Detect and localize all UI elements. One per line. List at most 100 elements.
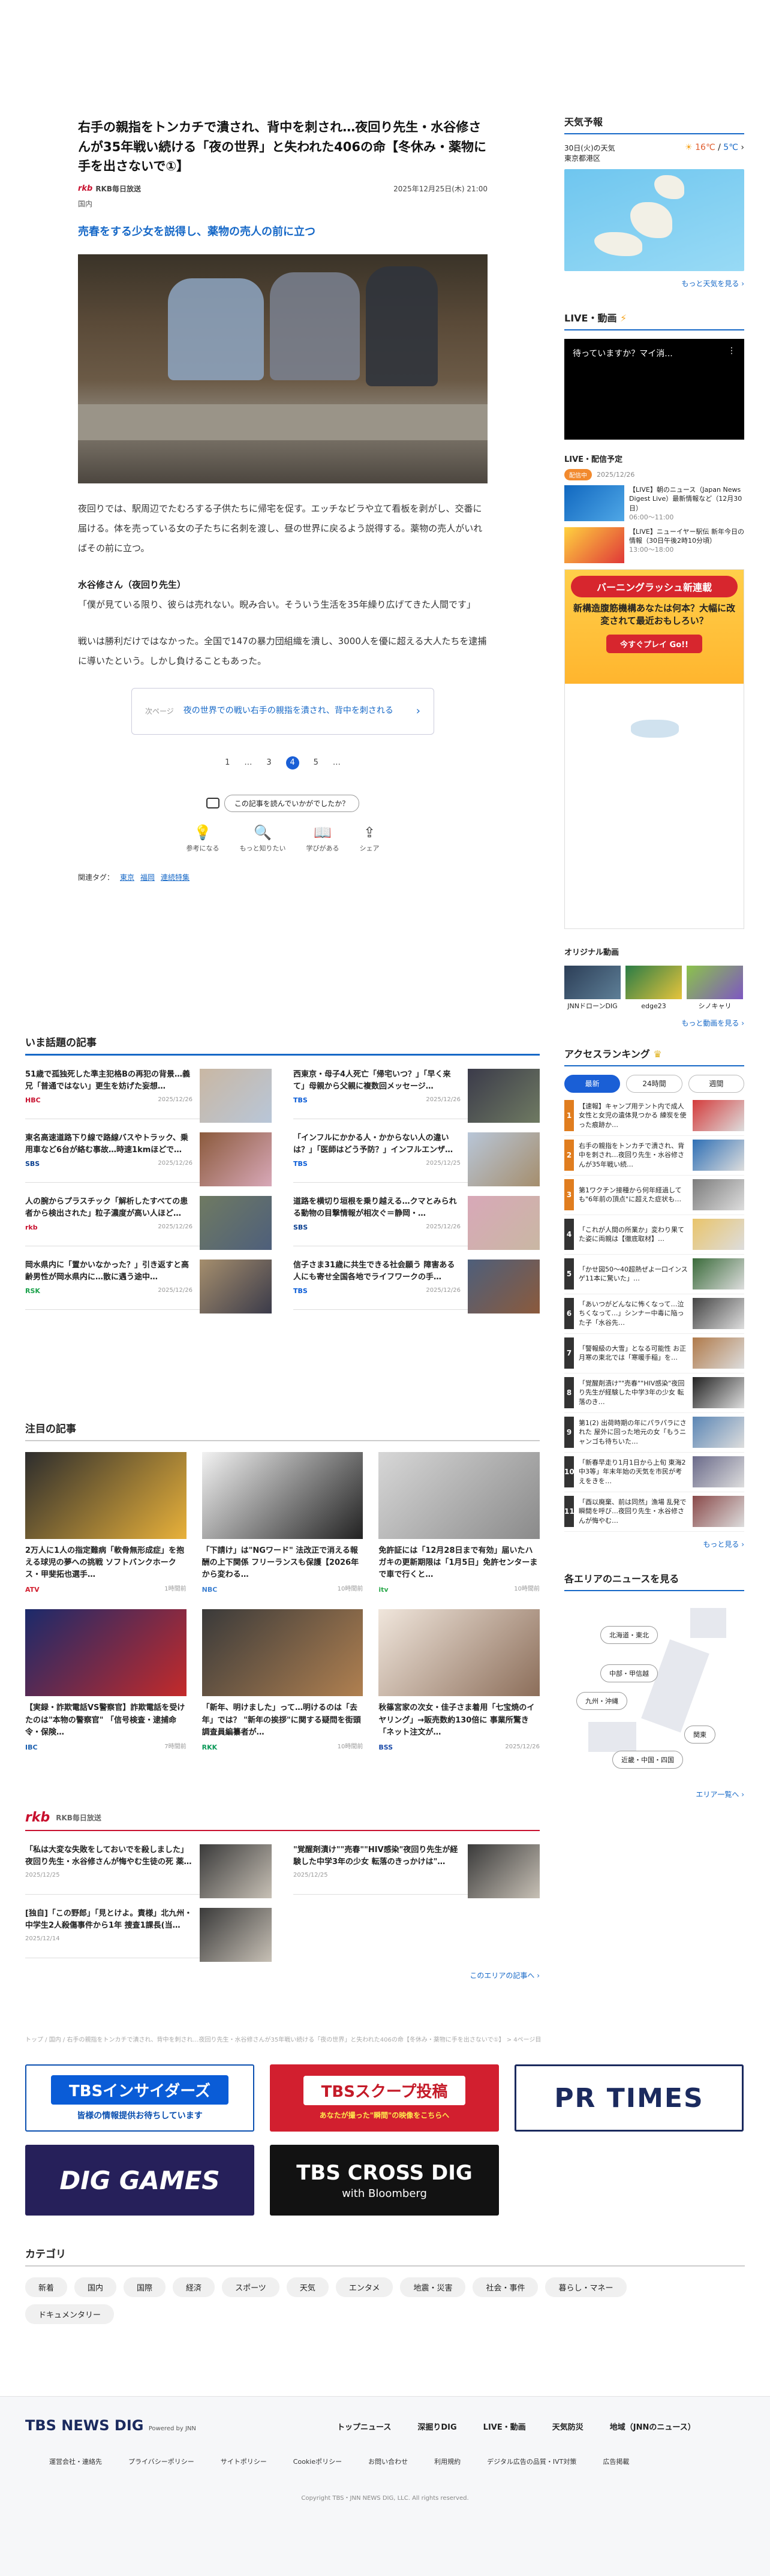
live-player[interactable]: 待っていますか？マイ消... ⋮ bbox=[564, 339, 744, 440]
ranking-item[interactable]: 10 「新春早走り1月1日から上旬 東海2中3等」年末年始の天気を市民が考えをきを… bbox=[564, 1453, 744, 1492]
sidebar-ad[interactable]: バーニングラッシュ新連載 新構造腹筋機構あなたは何本？大幅に改変されて最近おもし… bbox=[564, 569, 744, 929]
category-pill[interactable]: スポーツ bbox=[222, 2277, 279, 2297]
scoop-banner-sub: あなたが撮った"瞬間"の映像をこちらへ bbox=[319, 2111, 450, 2120]
news-item[interactable]: 西東京・母子4人死亡「帰宅いつ？」「早く来て」母親から父親に複数回メッセージ… T… bbox=[293, 1056, 540, 1123]
news-item[interactable]: 信子さま31歳に共生できる社会願う 障害ある人にも寄せ全国各地でライフワークの手… bbox=[293, 1246, 540, 1313]
crossdig-banner[interactable]: TBS CROSS DIG with Bloomberg bbox=[270, 2145, 499, 2216]
area-button-kyushu[interactable]: 九州・沖縄 bbox=[576, 1691, 627, 1710]
diggames-banner[interactable]: DIG GAMES bbox=[25, 2145, 254, 2216]
ranking-item[interactable]: 7 「警報級の大雪」となる可能性 お正月寒の東北では「寒暖手稲」を… bbox=[564, 1334, 744, 1373]
video-item[interactable]: シノキャリ bbox=[687, 965, 743, 1011]
featured-item[interactable]: 「下請け」は"NGワード" 法改正で消える報酬の上下関係 フリーランスも保護【2… bbox=[201, 1452, 363, 1595]
area-button-kanto[interactable]: 関東 bbox=[684, 1725, 715, 1744]
area-button-hokkaido-tohoku[interactable]: 北海道・東北 bbox=[600, 1625, 658, 1644]
category-pill[interactable]: 国際 bbox=[124, 2277, 166, 2297]
ranking-item[interactable]: 1 【速報】キャンプ用テント内で成人女性と女児の遺体見つかる 練炭を使った痕跡か… bbox=[564, 1096, 744, 1136]
tag-link[interactable]: 東京 bbox=[120, 872, 134, 882]
page-current[interactable]: 4 bbox=[285, 756, 299, 770]
footer-nav-item[interactable]: 深掘りDIG bbox=[417, 2421, 456, 2432]
area-button-chubu[interactable]: 中部・甲信越 bbox=[600, 1664, 658, 1682]
footer-link[interactable]: Cookieポリシー bbox=[293, 2457, 342, 2466]
tag-link[interactable]: 連続特集 bbox=[161, 872, 190, 882]
news-item[interactable]: 「私は大変な失敗をしておいでを殺しました」夜回り先生・水谷修さんが悔やむ生徒の死… bbox=[25, 1831, 272, 1898]
footer-link[interactable]: サイトポリシー bbox=[221, 2457, 267, 2466]
tab-24h[interactable]: 24時間 bbox=[626, 1074, 682, 1093]
news-item[interactable]: 道路を横切り垣根を乗り越える…クマとみられる動物の目撃情報が相次ぐ＝静岡・… SB… bbox=[293, 1183, 540, 1250]
news-item[interactable]: 岡水県内に「置かいなかった？」引き返すと高齢男性が岡水県内に…散に遇う途中… RS… bbox=[25, 1246, 272, 1313]
featured-item[interactable]: 【実録・詐欺電話VS警察官】詐欺電話を受けたのは"本物の警察官" 「信号検査・逮… bbox=[25, 1609, 187, 1752]
schedule-item[interactable]: 【LIVE】朝のニュース（Japan News Digest Live）最新情報… bbox=[564, 485, 744, 522]
featured-item[interactable]: 免許証には「12月28日まで有効」届いたハガキの更新期限は「1月5日」免許センタ… bbox=[378, 1452, 540, 1595]
area-more-link[interactable]: エリア一覧へ › bbox=[564, 1789, 744, 1799]
footer-link[interactable]: プライバシーポリシー bbox=[128, 2457, 194, 2466]
news-item[interactable]: 人の腕からプラスチック「解析したすべての患者から検出された」粒子濃度が高い人ほど… bbox=[25, 1183, 272, 1250]
footer-link[interactable]: 利用規約 bbox=[434, 2457, 461, 2466]
page-link[interactable]: 3 bbox=[266, 758, 271, 767]
category-pill[interactable]: 地震・災害 bbox=[400, 2277, 466, 2297]
news-item[interactable]: [独自]「この野郎」「見とけよ。責様」北九州・中学生2人殺傷事件から1年 捜査1… bbox=[25, 1895, 272, 1962]
ranking-item[interactable]: 4 「これが人間の所業か」変わり果てた姿に両親は【徹底取材】… bbox=[564, 1215, 744, 1255]
featured-item[interactable]: 「新年、明けました」って…明けるのは「去年」では？ "新年の挨拶"に関する疑問を… bbox=[201, 1609, 363, 1752]
footer-link[interactable]: デジタル広告の品質・IVT対策 bbox=[487, 2457, 576, 2466]
insider-banner[interactable]: TBSインサイダーズ 皆様の情報提供お待ちしています bbox=[25, 2064, 254, 2132]
category-pill[interactable]: 社会・事件 bbox=[473, 2277, 539, 2297]
ranking-item[interactable]: 6 「あいつがどんなに怖くなって…泣ちくなって…」シンナー中毒に陥った子「水谷先… bbox=[564, 1294, 744, 1334]
footer-link[interactable]: 運営会社・連絡先 bbox=[49, 2457, 102, 2466]
ranking-item[interactable]: 9 第1(2) 出荷時期の年にパラパラにされた 屋外に回った地元の女「もうニャンゴ… bbox=[564, 1413, 744, 1453]
category-pill[interactable]: 国内 bbox=[74, 2277, 117, 2297]
schedule-item[interactable]: 【LIVE】ニューイヤー駅伝 新年今日の情報（30日午後2時10分頃） 13:00… bbox=[564, 527, 744, 563]
footer-link[interactable]: お問い合わせ bbox=[368, 2457, 408, 2466]
weather-summary[interactable]: 30日(火)の天気 東京都港区 ☀ 16℃ / 5℃ › bbox=[564, 143, 744, 163]
video-more-link[interactable]: もっと動画を見る › bbox=[564, 1018, 744, 1028]
footer-nav-item[interactable]: トップニュース bbox=[337, 2421, 391, 2432]
footer-link[interactable]: 広告掲載 bbox=[603, 2457, 629, 2466]
video-item[interactable]: JNNドローンDIG bbox=[564, 965, 621, 1011]
weather-map[interactable] bbox=[564, 169, 744, 271]
more-vert-icon[interactable]: ⋮ bbox=[727, 346, 736, 356]
featured-item[interactable]: 2万人に1人の指定難病「軟骨無形成症」を抱える球児の夢への挑戦 ソフトバンクホー… bbox=[25, 1452, 187, 1595]
news-item[interactable]: 東名高速道路下り線で路線バスやトラック、乗用車など6台が絡む事故…時速1kmほど… bbox=[25, 1119, 272, 1186]
reaction-learn-button[interactable]: 📖 学びがある bbox=[306, 824, 339, 853]
article-category[interactable]: 国内 bbox=[78, 199, 488, 209]
area-button-kinki[interactable]: 近畿・中国・四国 bbox=[612, 1750, 683, 1769]
tab-weekly[interactable]: 週間 bbox=[688, 1074, 744, 1093]
category-pill[interactable]: 経済 bbox=[173, 2277, 215, 2297]
news-title: 「私は大変な失敗をしておいでを殺しました」夜回り先生・水谷修さんが悔やむ生徒の死… bbox=[25, 1845, 192, 1867]
category-pill[interactable]: 新着 bbox=[25, 2277, 68, 2297]
weather-more-link[interactable]: もっと天気を見る › bbox=[564, 278, 744, 288]
reaction-more-button[interactable]: 🔍 もっと知りたい bbox=[240, 824, 286, 853]
article-source[interactable]: rkb RKB毎日放送 bbox=[78, 184, 141, 194]
article-paragraph: 戦いは勝利だけではなかった。全国で147の暴力団組織を潰し、3000人を優に超え… bbox=[78, 635, 487, 666]
category-pill[interactable]: ドキュメンタリー bbox=[25, 2304, 115, 2324]
share-button[interactable]: ⇪ シェア bbox=[360, 824, 380, 853]
ranking-item[interactable]: 3 第1ワクチン接種から何年経過しても"6年前の頂点"に超えた症状も… bbox=[564, 1176, 744, 1215]
footer-logo[interactable]: TBS NEWS DIG Powered by JNN bbox=[25, 2417, 196, 2434]
ranking-more-link[interactable]: もっと見る › bbox=[564, 1539, 744, 1549]
featured-meta: NBC 10時間前 bbox=[202, 1585, 363, 1595]
footer-nav-item[interactable]: 天気防災 bbox=[552, 2421, 583, 2432]
ranking-item[interactable]: 2 右手の親指をトンカチで潰され、背中を刺され…夜回り先生・水谷修さんが35年戦い… bbox=[564, 1136, 744, 1176]
footer-nav-item[interactable]: LIVE・動画 bbox=[483, 2421, 526, 2432]
tag-link[interactable]: 福岡 bbox=[140, 872, 155, 882]
ranking-item[interactable]: 8 「覚醒剤漬け""売春""HIV感染"夜回り先生が経験した中学3年の少女 転落の… bbox=[564, 1373, 744, 1413]
scoop-banner[interactable]: TBSスクープ投稿 あなたが撮った"瞬間"の映像をこちらへ bbox=[270, 2064, 499, 2132]
news-item[interactable]: 「インフルにかかる人・かからない人の違いは？」「医師はどう予防？」インフルエンザ… bbox=[293, 1119, 540, 1186]
category-pill[interactable]: エンタメ bbox=[335, 2277, 393, 2297]
ranking-item[interactable]: 11 「酉以廃棄、前は同然」漁場 乱発で瞬間を呼び…夜回り先生・水谷修さんが悔やむ… bbox=[564, 1492, 744, 1532]
footer-nav-item[interactable]: 地域（JNNのニュース） bbox=[610, 2421, 696, 2432]
category-pill[interactable]: 暮らし・マネー bbox=[545, 2277, 627, 2297]
rkb-more-link[interactable]: このエリアの記事へ › bbox=[25, 1970, 540, 1980]
video-item[interactable]: edge23 bbox=[625, 965, 682, 1011]
featured-item[interactable]: 秋篠宮家の次女・佳子さま着用「七宝焼のイヤリング」→販売数約130倍に 事業所驚… bbox=[378, 1609, 540, 1752]
prtimes-banner[interactable]: PR TIMES bbox=[515, 2064, 744, 2132]
page-link[interactable]: 5 bbox=[314, 758, 318, 767]
news-item[interactable]: 51歳で孤独死した準主犯格Bの再犯の背景…義兄「普通ではない」更生を妨げた妄想…… bbox=[25, 1056, 272, 1123]
reaction-helpful-button[interactable]: 💡 参考になる bbox=[187, 824, 219, 853]
tab-latest[interactable]: 最新 bbox=[564, 1074, 621, 1093]
category-pill[interactable]: 天気 bbox=[286, 2277, 329, 2297]
ranking-item[interactable]: 5 「かせ図50〜40超熱ぜよ一口インスゲ11本に驚いた」… bbox=[564, 1255, 744, 1294]
next-page-link[interactable]: 次ページ 夜の世界での戦い右手の親指を潰され、背中を刺される › bbox=[131, 687, 434, 735]
news-item[interactable]: "覚醒剤漬け""売春""HIV感染"夜回り先生が経験した中学3年の少女 転落のき… bbox=[293, 1831, 540, 1898]
trending-section: いま話題の記事 51歳で孤独死した準主犯格Bの再犯の背景…義兄「普通ではない」更… bbox=[25, 1034, 540, 1313]
page-link[interactable]: 1 bbox=[225, 758, 230, 767]
